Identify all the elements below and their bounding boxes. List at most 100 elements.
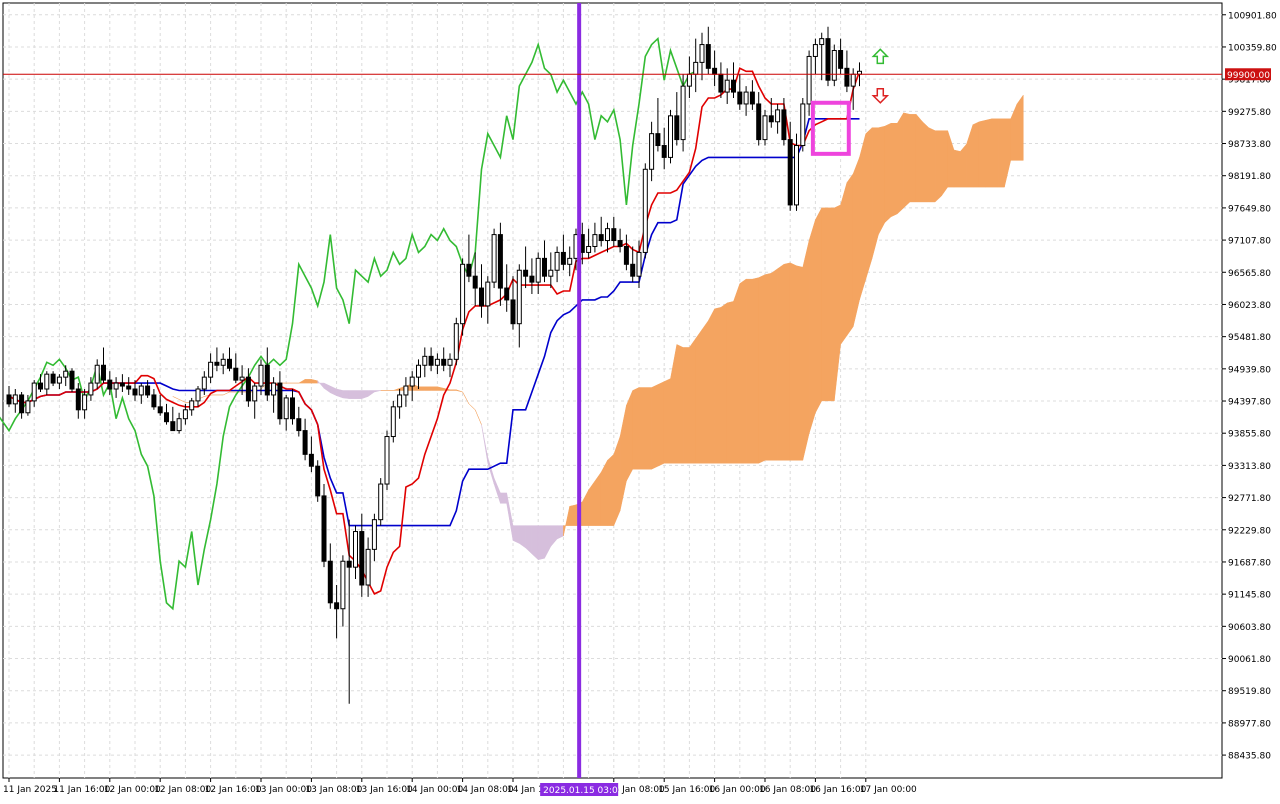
candle-bear[interactable] bbox=[617, 240, 623, 247]
candle-bull[interactable] bbox=[819, 38, 825, 46]
candle-bull[interactable] bbox=[516, 269, 522, 325]
candle-bull[interactable] bbox=[409, 376, 415, 387]
candle-bear[interactable] bbox=[151, 394, 157, 408]
candle-bull[interactable] bbox=[44, 373, 50, 390]
candle-bull[interactable] bbox=[724, 79, 730, 93]
candle-bull[interactable] bbox=[353, 531, 358, 568]
candle-bull[interactable] bbox=[491, 234, 497, 283]
candle-bear[interactable] bbox=[838, 50, 844, 69]
candle-bear[interactable] bbox=[472, 275, 478, 289]
candle-bull[interactable] bbox=[434, 358, 440, 366]
candle-bear[interactable] bbox=[214, 361, 220, 366]
candle-bear[interactable] bbox=[510, 299, 516, 325]
candle-bear[interactable] bbox=[245, 376, 251, 402]
candle-bull[interactable] bbox=[642, 168, 648, 253]
candle-bull[interactable] bbox=[460, 263, 466, 325]
candle-bear[interactable] bbox=[560, 251, 566, 265]
candle-bear[interactable] bbox=[334, 602, 340, 610]
candle-bull[interactable] bbox=[390, 406, 396, 438]
candle-bear[interactable] bbox=[69, 370, 75, 390]
candle-bull[interactable] bbox=[239, 376, 245, 381]
candle-bear[interactable] bbox=[479, 287, 484, 307]
candle-bear[interactable] bbox=[768, 115, 774, 123]
candle-bear[interactable] bbox=[787, 139, 793, 206]
candle-bull[interactable] bbox=[850, 73, 856, 87]
candle-bull[interactable] bbox=[592, 234, 598, 247]
candle-bull[interactable] bbox=[201, 376, 207, 390]
candle-bear[interactable] bbox=[170, 421, 176, 432]
candle-bull[interactable] bbox=[422, 355, 428, 366]
candle-bull[interactable] bbox=[25, 400, 31, 414]
candle-bear[interactable] bbox=[630, 263, 636, 277]
candle-bull[interactable] bbox=[636, 251, 642, 277]
candle-bull[interactable] bbox=[189, 400, 195, 411]
candle-bull[interactable] bbox=[693, 61, 699, 75]
candle-bear[interactable] bbox=[277, 382, 283, 420]
candle-bear[interactable] bbox=[655, 133, 661, 147]
candle-bull[interactable] bbox=[548, 269, 554, 277]
candle-bull[interactable] bbox=[453, 323, 459, 360]
candle-bull[interactable] bbox=[384, 436, 390, 485]
candle-bear[interactable] bbox=[126, 385, 132, 390]
candle-bear[interactable] bbox=[346, 560, 352, 568]
candle-bear[interactable] bbox=[119, 382, 125, 387]
candle-bull[interactable] bbox=[113, 382, 119, 390]
candle-bull[interactable] bbox=[12, 394, 18, 405]
candle-bull[interactable] bbox=[182, 409, 188, 420]
candle-bear[interactable] bbox=[296, 418, 302, 432]
candle-bear[interactable] bbox=[327, 560, 333, 604]
candle-bear[interactable] bbox=[38, 382, 43, 390]
candle-bear[interactable] bbox=[6, 394, 12, 405]
candle-bull[interactable] bbox=[699, 44, 705, 63]
candle-bear[interactable] bbox=[290, 397, 295, 420]
candle-bear[interactable] bbox=[164, 412, 169, 423]
candle-bear[interactable] bbox=[19, 394, 25, 414]
candle-bear[interactable] bbox=[441, 358, 447, 366]
candle-bear[interactable] bbox=[321, 495, 327, 562]
candle-bull[interactable] bbox=[806, 55, 812, 105]
candle-bear[interactable] bbox=[264, 364, 270, 396]
candle-bear[interactable] bbox=[523, 269, 529, 277]
candle-bull[interactable] bbox=[220, 358, 226, 366]
candle-bear[interactable] bbox=[75, 388, 81, 411]
candle-bull[interactable] bbox=[447, 358, 453, 366]
candle-bear[interactable] bbox=[674, 115, 680, 141]
candle-bull[interactable] bbox=[680, 85, 686, 141]
candle-bull[interactable] bbox=[176, 418, 182, 432]
candle-bull[interactable] bbox=[794, 145, 799, 206]
candle-bear[interactable] bbox=[308, 453, 314, 467]
candle-bull[interactable] bbox=[340, 560, 346, 610]
candle-bear[interactable] bbox=[227, 358, 232, 369]
candle-bull[interactable] bbox=[252, 385, 258, 402]
candle-bull[interactable] bbox=[812, 44, 818, 57]
candle-bear[interactable] bbox=[107, 379, 113, 390]
candle-bull[interactable] bbox=[605, 228, 610, 242]
candle-bull[interactable] bbox=[403, 385, 409, 396]
candle-bull[interactable] bbox=[416, 364, 421, 378]
candle-bull[interactable] bbox=[271, 382, 277, 396]
candle-bear[interactable] bbox=[781, 109, 787, 141]
candle-bull[interactable] bbox=[365, 548, 371, 586]
candle-bull[interactable] bbox=[31, 382, 37, 402]
candle-bear[interactable] bbox=[623, 245, 629, 265]
candle-bull[interactable] bbox=[56, 376, 62, 384]
candle-bull[interactable] bbox=[554, 251, 560, 271]
candle-bear[interactable] bbox=[749, 91, 755, 105]
candle-bull[interactable] bbox=[82, 394, 88, 411]
candle-bear[interactable] bbox=[233, 367, 239, 381]
candle-bear[interactable] bbox=[504, 287, 510, 301]
candle-bear[interactable] bbox=[844, 67, 850, 87]
candle-bear[interactable] bbox=[466, 263, 472, 277]
candle-bull[interactable] bbox=[686, 73, 692, 87]
candle-bull[interactable] bbox=[668, 115, 673, 158]
candle-bull[interactable] bbox=[195, 388, 201, 402]
candle-bear[interactable] bbox=[731, 79, 736, 93]
candle-bull[interactable] bbox=[378, 483, 384, 521]
candle-bear[interactable] bbox=[302, 430, 308, 455]
candle-bull[interactable] bbox=[283, 397, 289, 420]
candle-bear[interactable] bbox=[428, 355, 434, 366]
candle-bear[interactable] bbox=[705, 44, 711, 69]
candle-bear[interactable] bbox=[101, 364, 106, 381]
candle-bull[interactable] bbox=[762, 115, 768, 141]
candle-bear[interactable] bbox=[157, 406, 163, 414]
